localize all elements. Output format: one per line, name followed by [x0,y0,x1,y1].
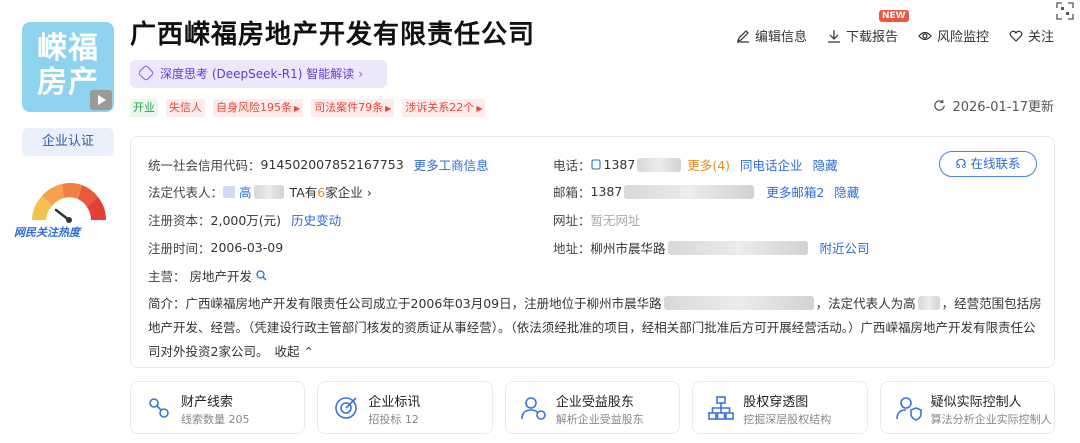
same-phone-company-link[interactable]: 同电话企业 [740,155,803,174]
refresh-icon [934,99,946,111]
beneficiary-icon [521,397,546,420]
company-logo[interactable]: 嵘福房产 [22,22,114,112]
feature-card-equity-structure[interactable]: 股权穿透图 挖掘深层股权结构 [692,381,868,434]
address-value: 柳州市晨华路 [590,241,666,256]
download-report-button[interactable]: 下载报告 NEW [827,10,909,45]
eye-icon [918,31,932,40]
feature-card-beneficiary[interactable]: 企业受益股东 解析企业受益股东 [504,381,681,434]
bidding-icon [335,397,358,419]
company-name: 广西嵘福房地产开发有限责任公司 [130,20,536,50]
main-business-row: 主营： 房地产开发 [148,266,267,285]
follow-button[interactable]: 关注 [1009,26,1054,45]
hide-email-link[interactable]: 隐藏 [834,182,859,201]
heat-gauge-label: 网民关注热度 [14,226,80,239]
edit-info-button[interactable]: 编辑信息 [736,26,807,45]
enterprise-cert-badge[interactable]: 企业认证 [22,128,114,156]
more-business-info-link[interactable]: 更多工商信息 [414,155,489,174]
legal-rep-name[interactable]: 高 [239,182,252,201]
risk-monitor-button[interactable]: 风险监控 [918,26,989,45]
download-icon [827,29,840,43]
capital-row: 注册资本： 2,000万(元) 历史变动 [148,210,341,229]
credit-code-row: 统一社会信用代码： 914502007852167753 更多工商信息 [148,155,489,174]
email-row: 邮箱： 1387 更多邮箱2 隐藏 [553,182,860,201]
more-phone-link[interactable]: 更多(4) [687,155,730,174]
phone-icon [590,159,601,170]
chevron-right-icon: › [358,67,364,81]
company-tags: 开业 失信人 自身风险195条 ▶ 司法案件79条 ▶ 涉诉关系22个 ▶ [130,99,486,117]
credit-code-value: 914502007852167753 [260,157,404,172]
reg-date-row: 注册时间： 2006-03-09 [148,240,284,256]
company-intro: 简介：广西嵘福房地产开发有限责任公司成立于2006年03月09日，注册地位于柳州… [148,296,1042,359]
tag-dishonest[interactable]: 失信人 [166,99,205,117]
pencil-icon [736,29,749,43]
ta-company-link[interactable]: TA有6家企业 › [290,182,372,201]
website-value: 暂无网址 [590,213,641,228]
feature-cards: 财产线索 线索数量 205 企业标讯 招投标 12 企业受益股东 解析企业受益股… [130,381,1056,434]
email-value: 1387 [590,184,623,199]
tag-judicial-cases[interactable]: 司法案件79条 ▶ [311,99,395,117]
hide-phone-link[interactable]: 隐藏 [813,155,838,174]
qr-code-icon[interactable] [1056,2,1074,20]
search-icon[interactable] [256,270,267,281]
headset-icon: ☊ [955,156,967,171]
masked-text [637,157,682,172]
phone-value: 1387 [603,157,636,172]
collapse-intro-button[interactable]: 收起 ⌃ [274,344,313,359]
legal-rep-row: 法定代表人： 高 TA有6家企业 › [148,182,372,201]
website-row: 网址： 暂无网址 [553,210,641,229]
triangle-right-icon: ▶ [476,104,483,113]
history-change-link[interactable]: 历史变动 [291,210,341,229]
phone-row: 电话： 1387 更多(4) 同电话企业 隐藏 [553,155,838,174]
triangle-right-icon: ▶ [294,104,301,113]
update-date: 2026-01-17更新 [952,100,1054,115]
reg-date-value: 2006-03-09 [210,240,284,255]
heart-icon [1009,30,1023,42]
person-avatar-icon [223,185,236,198]
heat-gauge-icon [32,183,107,223]
nearby-company-link[interactable]: 附近公司 [820,238,870,257]
property-clue-icon [149,398,169,418]
new-badge: NEW [878,10,909,22]
masked-text [917,296,940,310]
masked-text [663,296,814,310]
controller-icon [895,397,922,421]
feature-card-property-clue[interactable]: 财产线索 线索数量 205 [130,381,306,434]
basic-info-card: 统一社会信用代码： 914502007852167753 更多工商信息 法定代表人… [130,136,1055,368]
feature-card-controller[interactable]: 疑似实际控制人 算法分析企业实际控制人 [879,381,1056,434]
capital-value: 2,000万(元) [210,213,282,228]
masked-text [667,240,808,255]
deepseek-analysis-button[interactable]: 深度思考 (DeepSeek-R1) 智能解读 › [130,60,387,88]
masked-text [253,184,284,199]
tag-litigation[interactable]: 涉诉关系22个 ▶ [402,99,486,117]
masked-text [624,184,755,199]
tag-self-risk[interactable]: 自身风险195条 ▶ [213,99,304,117]
update-info[interactable]: 2026-01-17更新 [933,96,1054,115]
main-business-value: 房地产开发 [189,269,253,284]
tag-status: 开业 [130,99,158,117]
header-actions: 编辑信息 下载报告 NEW 风险监控 关注 [736,10,1054,45]
video-play-icon[interactable] [90,90,112,110]
deepseek-label: 深度思考 (DeepSeek-R1) 智能解读 [160,67,355,81]
triangle-right-icon: ▶ [385,104,392,113]
more-email-link[interactable]: 更多邮箱2 [766,182,824,201]
equity-structure-icon [708,396,735,420]
feature-card-bidding[interactable]: 企业标讯 招投标 12 [317,381,493,434]
address-row: 地址： 柳州市晨华路 附近公司 [553,238,870,257]
ai-sparkle-icon [137,64,155,82]
online-contact-button[interactable]: ☊ 在线联系 [939,151,1037,177]
